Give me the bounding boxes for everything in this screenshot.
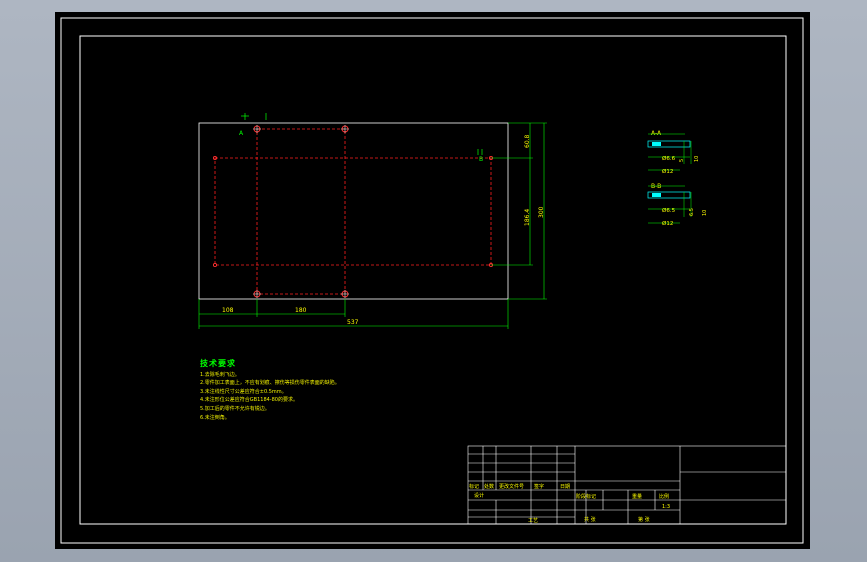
hole-pattern-lines [214,128,492,295]
tb-rev-doc: 更改文件号 [499,483,524,490]
note-item: 4.未注形位公差应符合GB1184-80的要求。 [200,397,298,404]
tb-rev-date: 日期 [560,484,570,490]
section-marks [241,113,483,155]
section-label-b: B [479,156,483,163]
tb-process: 工艺 [528,518,538,524]
notes-heading: 技术要求 [200,359,236,368]
section-b-title: B-B [651,183,661,190]
section-b-depth: 6.5 [689,208,695,216]
holes [212,125,494,298]
dim-x-offset: 108 [222,307,234,314]
tb-sheet-no: 第 张 [638,516,650,523]
tb-rev-sign: 签字 [534,483,544,490]
drawing-canvas: A B 108 180 537 60.8 186.4 300 A-A Ø6.6 … [60,17,804,544]
outer-border [60,17,804,544]
section-a-title: A-A [651,130,662,137]
tb-rev-mark: 标记 [469,483,479,490]
title-block-text: 标记 处数 更改文件号 签字 日期 设计 阶段标记 重量 比例 1:3 共 张 … [469,483,670,524]
cad-viewport[interactable]: A B 108 180 537 60.8 186.4 300 A-A Ø6.6 … [55,12,810,549]
technical-notes: 技术要求 1.去除毛刺飞边。 2.零件加工表面上，不应有划痕、擦伤等损伤零件表面… [200,359,340,422]
section-a-detail: A-A Ø6.6 Ø12 5 10 [647,130,700,175]
note-item: 2.零件加工表面上，不应有划痕、擦伤等损伤零件表面的缺陷。 [200,380,340,387]
dim-x-total: 537 [347,319,359,326]
section-b-thk: 10 [702,210,708,216]
section-b-dia-large: Ø12 [662,220,673,227]
note-item: 5.加工后的零件不允许有锐边。 [200,405,270,412]
note-item: 3.未注线性尺寸公差应符合±0.5mm。 [200,388,287,395]
section-a-thk: 5 [679,159,685,162]
note-item: 6.未注倒角。 [200,414,230,421]
hole-centers [253,125,349,298]
plate-outline [198,122,509,300]
tb-ratio: 比例 [659,493,669,500]
dim-y-total: 300 [538,206,545,218]
section-b-dia-small: Ø6.5 [662,207,676,214]
note-item: 1.去除毛刺飞边。 [200,371,240,378]
tb-sheet-total: 共 张 [584,516,596,523]
section-a-dia-small: Ø6.6 [662,155,676,162]
tb-weight: 重量 [632,493,642,500]
dim-y-top: 60.8 [524,134,531,148]
dim-x-spacing: 180 [295,307,307,314]
tb-rev-count: 处数 [484,483,494,490]
dim-y-spacing: 186.4 [524,209,531,226]
tb-ratio-value: 1:3 [662,504,670,510]
section-b-detail: B-B Ø6.5 Ø12 6.5 10 [647,183,708,227]
section-a-depth: 10 [694,156,700,162]
tb-designer: 设计 [474,492,484,499]
section-a-dia-large: Ø12 [662,168,673,175]
tb-stage: 阶段标记 [576,493,596,500]
section-label-a: A [239,130,244,137]
